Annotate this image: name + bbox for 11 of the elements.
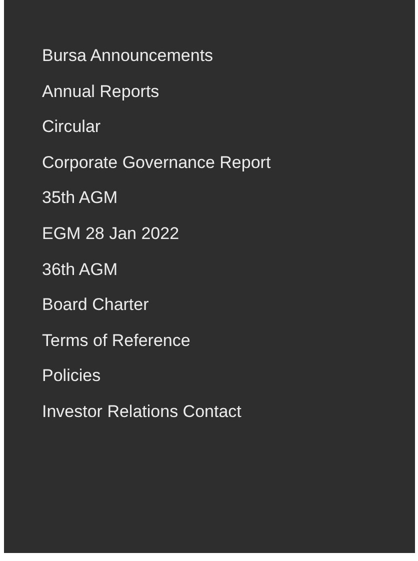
menu-link[interactable]: Bursa Announcements — [42, 44, 214, 68]
menu-link[interactable]: Board Charter — [42, 293, 149, 318]
menu-link[interactable]: Policies — [42, 364, 101, 388]
menu-link[interactable]: Annual Reports — [42, 80, 160, 104]
menu-link[interactable]: Investor Relations Contact — [42, 400, 242, 424]
menu-link[interactable]: EGM 28 Jan 2022 — [42, 222, 180, 246]
menu-link[interactable]: 35th AGM — [42, 186, 118, 210]
menu-link[interactable]: Circular — [42, 115, 101, 140]
menu-link[interactable]: Terms of Reference — [42, 328, 190, 353]
menu-link[interactable]: Corporate Governance Report — [42, 150, 271, 175]
menu-link[interactable]: 36th AGM — [42, 258, 118, 282]
